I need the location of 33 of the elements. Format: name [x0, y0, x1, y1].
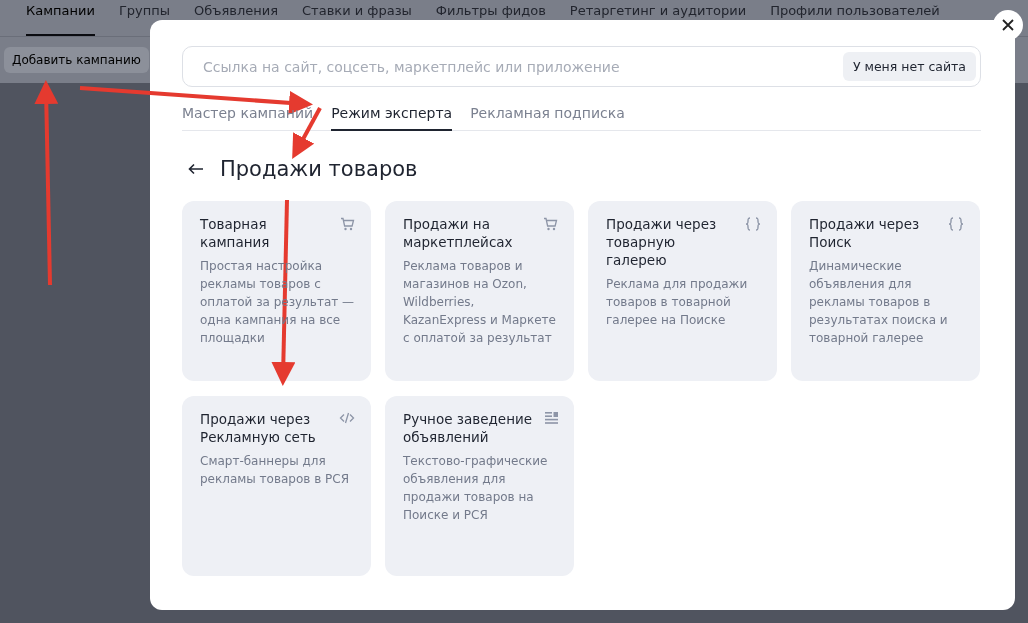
campaign-type-card[interactable]: Продажи через Поиск Динамические объявления для рекламы товаров в результатах поиска и товарной галерее	[791, 201, 980, 381]
card-title: Товарная кампания	[200, 215, 271, 251]
card-title: Продажи через Рекламную сеть	[200, 410, 317, 446]
mode-tab[interactable]: Мастер кампаний	[182, 101, 314, 131]
card-title: Продажи на маркетплейсах	[403, 215, 514, 251]
campaign-type-card[interactable]: Продажи через товарную галерею Реклама для продажи товаров в товарной галерее на Поиске	[588, 201, 777, 381]
campaign-type-card[interactable]: Продажи через Рекламную сеть Смарт-баннеры для рекламы товаров в РСЯ	[182, 396, 371, 576]
page-tab[interactable]: Группы	[118, 0, 170, 36]
page-tab[interactable]: Кампании	[26, 0, 95, 36]
back-arrow-icon[interactable]	[188, 163, 204, 175]
card-description: Текстово-графические объявления для продажи товаров на Поиске и РСЯ	[403, 453, 549, 524]
list-icon	[545, 412, 558, 424]
card-title: Продажи через Поиск	[809, 215, 921, 251]
card-title: Ручное заведение объявлений	[403, 410, 534, 446]
card-title: Продажи через товарную галерею	[606, 215, 718, 269]
card-description: Реклама товаров и магазинов на Ozon, Wildberries, KazanExpress и Маркете с оплатой за результат	[403, 258, 557, 347]
section-heading: Продажи товаров	[220, 157, 418, 181]
cart-icon	[340, 217, 355, 231]
mode-tab[interactable]: Режим эксперта	[331, 101, 453, 131]
campaign-type-card[interactable]: Ручное заведение объявлений Текстово-графические объявления для продажи товаров на Поиске и РСЯ	[385, 396, 574, 576]
campaign-type-card[interactable]: Продажи на маркетплейсах Реклама товаров и магазинов на Ozon, Wildberries, KazanExpress и Маркете с оплатой за результат	[385, 201, 574, 381]
mode-tab[interactable]: Рекламная подписка	[470, 101, 625, 131]
braces-icon	[948, 217, 964, 231]
close-icon	[1002, 19, 1014, 31]
add-campaign-button[interactable]: Добавить кампанию	[4, 47, 149, 73]
card-description: Реклама для продажи товаров в товарной галерее на Поиске	[606, 276, 749, 329]
cart-icon	[543, 217, 558, 231]
search-field[interactable]: Ссылка на сайт, соцсеть, маркетплейс или приложение У меня нет сайта	[182, 46, 981, 87]
code-icon	[339, 412, 355, 424]
card-description: Смарт-баннеры для рекламы товаров в РСЯ	[200, 453, 351, 488]
braces-icon	[745, 217, 761, 231]
no-site-button[interactable]: У меня нет сайта	[842, 52, 976, 81]
card-description: Динамические объявления для рекламы товаров в результатах поиска и товарной галерее	[809, 258, 949, 347]
